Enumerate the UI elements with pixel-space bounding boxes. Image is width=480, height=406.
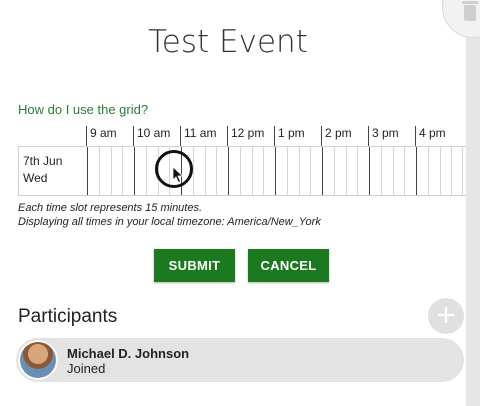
hour-label: 11 am xyxy=(180,126,224,146)
time-slot[interactable] xyxy=(263,147,275,195)
day-label: 7th Jun Wed xyxy=(23,153,83,187)
time-slot[interactable] xyxy=(404,147,416,195)
time-slot[interactable] xyxy=(439,147,452,195)
hour-label: 1 pm xyxy=(274,126,318,146)
participant-status: Joined xyxy=(67,361,106,376)
time-slot[interactable] xyxy=(87,147,99,195)
participants-heading: Participants xyxy=(18,306,118,327)
time-slot[interactable] xyxy=(251,147,264,195)
day-row: 7th Jun Wed xyxy=(18,146,466,196)
time-slot[interactable] xyxy=(298,147,311,195)
hour-label: 3 pm xyxy=(368,126,412,146)
hour-label: 12 pm xyxy=(227,126,271,146)
day-date: 7th Jun xyxy=(23,154,63,168)
grid-notes: Each time slot represents 15 minutes. Di… xyxy=(18,201,321,229)
time-slot[interactable] xyxy=(275,147,287,195)
page-title: Test Event xyxy=(148,24,308,60)
time-slots xyxy=(87,147,467,195)
hour-label: 10 am xyxy=(133,126,177,146)
submit-button[interactable]: SUBMIT xyxy=(154,249,235,282)
time-slot[interactable] xyxy=(380,147,393,195)
participant-item[interactable]: Michael D. Johnson Joined xyxy=(16,338,464,382)
slot-duration-note: Each time slot represents 15 minutes. xyxy=(18,202,203,214)
time-slot[interactable] xyxy=(357,147,369,195)
time-slot[interactable] xyxy=(416,147,428,195)
timezone-note: Displaying all times in your local timez… xyxy=(18,216,321,228)
avatar xyxy=(18,340,58,380)
day-weekday: Wed xyxy=(23,171,48,185)
time-slot[interactable] xyxy=(122,147,134,195)
time-slot[interactable] xyxy=(216,147,228,195)
participant-name: Michael D. Johnson xyxy=(67,346,190,361)
time-slot[interactable] xyxy=(134,147,146,195)
time-slot[interactable] xyxy=(322,147,334,195)
hour-label: 9 am xyxy=(86,126,130,146)
trash-icon xyxy=(462,1,478,21)
time-slot[interactable] xyxy=(286,147,299,195)
time-slot[interactable] xyxy=(110,147,123,195)
time-slot[interactable] xyxy=(451,147,463,195)
time-slot[interactable] xyxy=(98,147,111,195)
time-slot[interactable] xyxy=(228,147,240,195)
cancel-button[interactable]: CANCEL xyxy=(248,249,329,282)
time-slot[interactable] xyxy=(192,147,205,195)
hour-label: 2 pm xyxy=(321,126,365,146)
grid-help-link[interactable]: How do I use the grid? xyxy=(18,102,148,117)
pointer-cursor-icon xyxy=(172,166,184,184)
time-slot[interactable] xyxy=(310,147,322,195)
time-slot[interactable] xyxy=(204,147,217,195)
hour-label: 4 pm xyxy=(415,126,459,146)
time-slot[interactable] xyxy=(369,147,381,195)
window-edge xyxy=(466,0,480,406)
time-slot[interactable] xyxy=(345,147,358,195)
event-card: Test Event How do I use the grid? 9 am 10… xyxy=(0,0,466,406)
time-slot[interactable] xyxy=(427,147,440,195)
availability-grid: 9 am 10 am 11 am 12 pm 1 pm 2 pm 3 pm 4 pm 7th … xyxy=(18,126,466,196)
time-slot[interactable] xyxy=(239,147,252,195)
time-slot[interactable] xyxy=(392,147,405,195)
time-slot[interactable] xyxy=(333,147,346,195)
add-participant-button[interactable]: + xyxy=(428,298,464,334)
